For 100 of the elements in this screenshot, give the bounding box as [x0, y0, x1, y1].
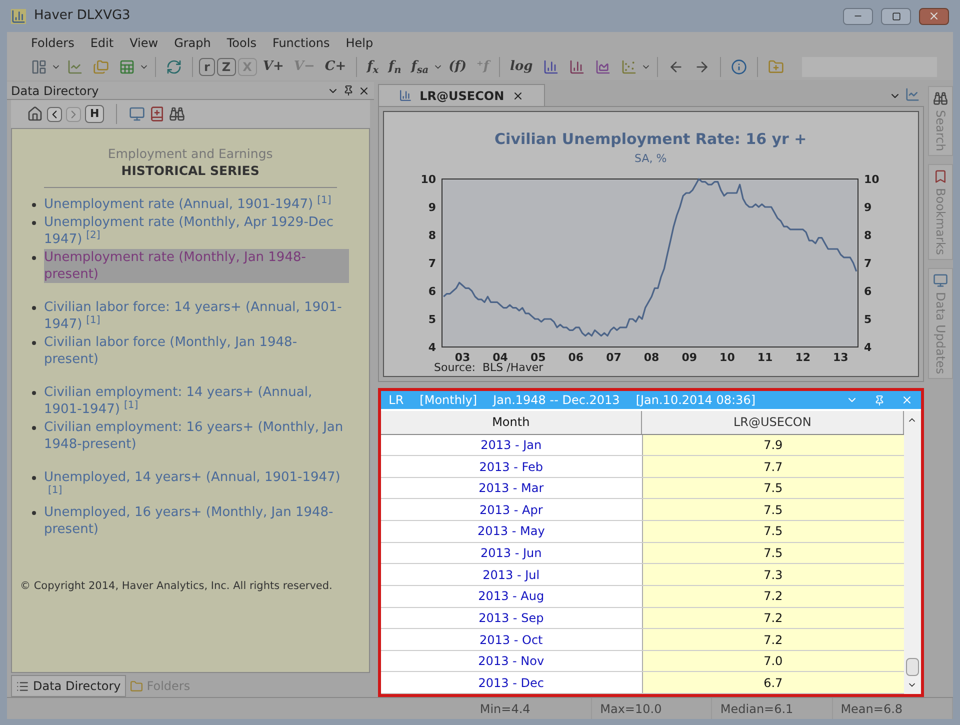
table-cell: 7.9: [642, 434, 904, 456]
panel-header-text: [Jan.10.2014 08:36]: [636, 392, 756, 409]
toolbar-button[interactable]: f$_{x}$: [363, 57, 383, 77]
series-link[interactable]: Civilian employment: 16 years+ (Monthly, Jan 1948-present): [44, 419, 349, 453]
monitor-icon[interactable]: [129, 106, 146, 122]
bullet-icon: [32, 511, 36, 515]
list-icon: [16, 680, 29, 692]
series-link[interactable]: Unemployment rate (Annual, 1901-1947) $^{[1]}$: [44, 196, 332, 213]
scrollbar[interactable]: [904, 411, 921, 694]
panel-tab[interactable]: Data Directory: [11, 675, 126, 697]
y-tick-label: 6: [864, 285, 872, 298]
y-tick-label: 8: [428, 229, 436, 242]
y-tick-label: 4: [864, 341, 872, 354]
info-icon[interactable]: [730, 59, 747, 75]
table-cell: 7.5: [642, 499, 904, 520]
app-icon: [11, 8, 26, 24]
binoculars-icon: [932, 91, 948, 106]
section-subtitle: Employment and Earnings: [106, 145, 274, 162]
back-icon[interactable]: [47, 106, 62, 122]
x-tick-label: 05: [530, 351, 546, 364]
close-button[interactable]: [919, 8, 949, 24]
table-cell: 7.5: [642, 542, 904, 564]
toolbar-button[interactable]: f$_{sa}$: [407, 57, 433, 77]
chart-icon: [398, 89, 412, 102]
forward-arrow-icon[interactable]: [694, 59, 710, 75]
toolbar-button[interactable]: Z: [216, 58, 236, 76]
binoculars-icon[interactable]: [169, 106, 186, 122]
pin-icon[interactable]: [342, 85, 354, 96]
document-tab[interactable]: LR@USECON: [378, 84, 546, 106]
bookmark-icon: [932, 169, 948, 184]
y-tick-label: 7: [864, 257, 872, 270]
table-cell: 7.3: [642, 564, 904, 585]
add-chart-icon[interactable]: [904, 87, 920, 102]
y-tick-label: 8: [864, 229, 872, 242]
x-tick-label: 08: [644, 351, 659, 364]
series-link[interactable]: Unemployment rate (Monthly, Apr 1929-Dec 1947) $^{[2]}$: [44, 214, 349, 248]
y-tick-label: 7: [428, 257, 436, 270]
x-tick-label: 03: [454, 351, 470, 364]
x-tick-label: 11: [757, 351, 772, 364]
toolbar-button[interactable]: C+: [320, 57, 350, 77]
toolbar-button[interactable]: r: [199, 58, 215, 76]
status-text: Min=4.4: [480, 700, 530, 718]
menu-item[interactable]: Graph: [174, 34, 211, 52]
source-note: Source: BLS /Haver: [434, 361, 543, 373]
spreadsheet-icon[interactable]: [119, 59, 135, 75]
panel-header-text: [Monthly]: [420, 392, 478, 409]
home-icon[interactable]: [27, 106, 43, 122]
menu-item[interactable]: Help: [346, 34, 374, 52]
table-cell: 7.5: [642, 478, 904, 498]
back-arrow-icon[interactable]: [668, 59, 684, 75]
toolbar-button[interactable]: H: [85, 104, 104, 124]
bar-chart-icon[interactable]: [542, 59, 559, 75]
series-link[interactable]: Civilian employment: 14 years+ (Annual, 1901-1947) $^{[1]}$: [44, 384, 349, 418]
menu-item[interactable]: Functions: [272, 34, 330, 52]
panel-header-text: LR: [388, 392, 404, 409]
close-icon[interactable]: [358, 84, 370, 96]
window-title: Haver DLXVG3: [34, 7, 130, 26]
bullet-icon: [32, 306, 36, 310]
column-chart-icon[interactable]: [568, 59, 585, 75]
bullet-icon: [32, 476, 36, 480]
bullet-icon: [32, 391, 36, 395]
toolbar-button[interactable]: f$_{n}$: [384, 57, 406, 77]
bullet-icon: [32, 203, 36, 207]
menu-item[interactable]: Tools: [226, 34, 256, 52]
y-tick-label: 5: [864, 313, 872, 326]
table-cell: 6.7: [642, 672, 904, 694]
table-cell: 7.7: [642, 456, 904, 477]
book-add-icon[interactable]: [149, 106, 166, 122]
table-cell: 7.0: [642, 650, 904, 672]
x-tick-label: 07: [606, 351, 622, 364]
column-header[interactable]: Month: [380, 411, 642, 434]
copyright-text: © Copyright 2014, Haver Analytics, Inc. All rights reserved.: [20, 579, 334, 594]
toolbar-button[interactable]: (f): [444, 57, 471, 77]
scroll-thumb[interactable]: [906, 658, 919, 676]
series-link[interactable]: Unemployed, 16 years+ (Monthly, Jan 1948-present): [44, 504, 349, 538]
column-header[interactable]: LR@USECON: [642, 411, 904, 434]
toolbar-button[interactable]: log: [506, 57, 537, 77]
line-chart-icon[interactable]: [67, 59, 83, 75]
table-cell: 7.2: [642, 586, 904, 607]
chart-title: Civilian Unemployment Rate: 16 yr +: [494, 129, 807, 150]
close-icon[interactable]: [512, 90, 524, 102]
toolbar-button[interactable]: V+: [258, 57, 288, 77]
area-chart-icon[interactable]: [594, 59, 611, 75]
series-link[interactable]: Civilian labor force: 14 years+ (Annual, 1901-1947) $^{[1]}$: [44, 299, 349, 333]
refresh-icon[interactable]: [166, 59, 182, 75]
layout-icon[interactable]: [31, 59, 47, 75]
menu-item[interactable]: Edit: [90, 34, 114, 52]
x-tick-label: 09: [681, 351, 697, 364]
y-tick-label: 6: [428, 285, 436, 298]
x-tick-label: 04: [492, 351, 508, 364]
maximize-button[interactable]: [881, 8, 911, 24]
menu-item[interactable]: Folders: [31, 34, 74, 52]
series-link[interactable]: Civilian labor force (Monthly, Jan 1948-present): [44, 334, 349, 368]
y-tick-label: 4: [428, 341, 436, 354]
series-link[interactable]: Unemployment rate (Monthly, Jan 1948-present): [44, 249, 349, 283]
panel-header-text: Jan.1948 -- Dec.2013: [493, 392, 620, 409]
section-heading: HISTORICAL SERIES: [120, 162, 260, 179]
minimize-button[interactable]: [843, 8, 873, 24]
table-cell: 7.5: [642, 521, 904, 542]
menu-item[interactable]: View: [130, 34, 158, 52]
